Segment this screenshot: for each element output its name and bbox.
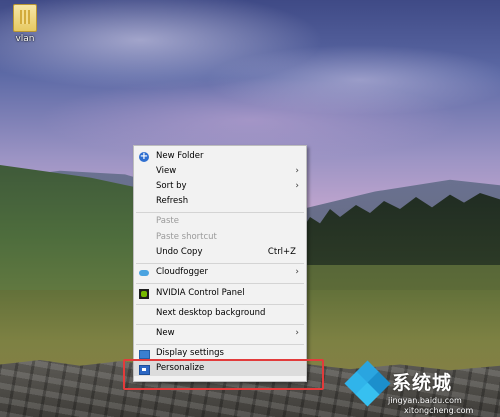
menu-item-label: New [156, 328, 175, 338]
watermark-text: 系统城 [392, 372, 453, 394]
menu-separator [136, 212, 304, 213]
menu-separator [136, 263, 304, 264]
menu-item-sort-by[interactable]: Sort by › [134, 179, 306, 194]
menu-item-cloudfogger[interactable]: Cloudfogger › [134, 265, 306, 280]
new-folder-icon [139, 149, 149, 165]
desktop-context-menu: New Folder View › Sort by › Refresh Past… [133, 145, 307, 382]
menu-item-label: Sort by [156, 181, 187, 191]
menu-item-label: Paste shortcut [156, 232, 217, 242]
submenu-arrow-icon: › [295, 328, 299, 338]
menu-separator [136, 304, 304, 305]
display-icon [139, 350, 150, 359]
menu-separator [136, 324, 304, 325]
watermark-url: xitongcheng.com [404, 406, 474, 415]
menu-item-undo-copy[interactable]: Undo Copy Ctrl+Z [134, 245, 306, 260]
menu-item-label: Cloudfogger [156, 267, 208, 277]
menu-item-label: View [156, 166, 177, 176]
menu-item-paste-shortcut: Paste shortcut [134, 230, 306, 245]
menu-item-refresh[interactable]: Refresh [134, 194, 306, 209]
watermark-url: jingyan.baidu.com [388, 396, 462, 405]
menu-item-label: Refresh [156, 196, 189, 206]
menu-separator [136, 283, 304, 284]
desktop-icon-label: vlan [15, 34, 35, 44]
menu-item-next-desktop-background[interactable]: Next desktop background [134, 306, 306, 321]
menu-item-view[interactable]: View › [134, 164, 306, 179]
menu-item-label: Next desktop background [156, 308, 266, 318]
menu-item-new-folder[interactable]: New Folder [134, 149, 306, 165]
folder-icon [13, 4, 37, 32]
submenu-arrow-icon: › [295, 181, 299, 191]
windows-logo-icon [344, 360, 391, 407]
menu-separator [136, 344, 304, 345]
menu-item-label: Paste [156, 216, 179, 226]
menu-item-paste: Paste [134, 214, 306, 229]
desktop-icon-vlan[interactable]: vlan [8, 4, 42, 44]
menu-item-shortcut: Ctrl+Z [267, 247, 296, 257]
submenu-arrow-icon: › [295, 166, 299, 176]
menu-item-label: Undo Copy [156, 247, 203, 257]
watermark: 系统城 jingyan.baidu.com xitongcheng.com [344, 360, 498, 416]
highlight-annotation-box [123, 359, 324, 390]
menu-item-new[interactable]: New › [134, 326, 306, 341]
cloud-icon [139, 270, 149, 276]
menu-item-label: NVIDIA Control Panel [156, 288, 245, 298]
nvidia-icon [139, 289, 149, 299]
menu-item-label: New Folder [156, 151, 204, 161]
menu-item-nvidia-control-panel[interactable]: NVIDIA Control Panel [134, 286, 306, 301]
submenu-arrow-icon: › [295, 267, 299, 277]
